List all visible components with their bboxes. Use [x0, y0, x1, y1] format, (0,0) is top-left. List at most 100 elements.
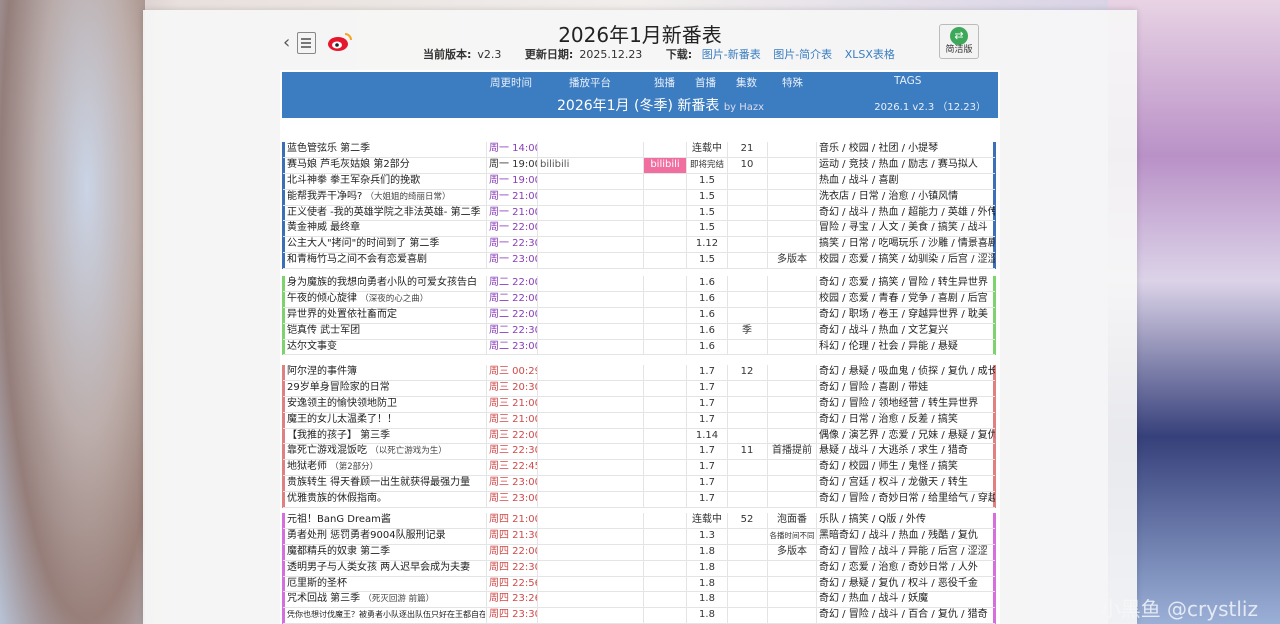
anime-title[interactable]: 蓝色管弦乐 第二季 [287, 142, 485, 157]
premiere-date: 1.8 [686, 576, 728, 592]
tags: 奇幻 / 宫廷 / 权斗 / 龙傲天 / 转生 [819, 477, 968, 489]
table-row[interactable]: 优雅贵族的休假指南。 周三 23:00 1.7 奇幻 / 冒险 / 奇妙日常 / 给里… [283, 492, 995, 509]
anime-title[interactable]: 地狱老师 （第2部分） [287, 460, 485, 475]
anime-title[interactable]: 优雅贵族的休假指南。 [287, 492, 485, 507]
table-row[interactable]: 靠死亡游戏混饭吃 （以死亡游戏为生） 周三 22:30 1.7 11 首播提前 悬疑 / … [283, 444, 995, 461]
premiere-date: 1.7 [686, 476, 728, 492]
table-row[interactable]: 魔王的女儿太温柔了！！ 周三 21:00 1.7 奇幻 / 日常 / 治愈 / 反差 … [283, 412, 995, 429]
platform [537, 592, 592, 608]
anime-title-note: （第2部分） [330, 462, 379, 473]
anime-title[interactable]: 咒术回战 第三季 （死灭回游 前篇） [287, 592, 485, 607]
calendar-icon[interactable] [297, 32, 316, 54]
exclusive-platform [643, 339, 686, 355]
anime-title[interactable]: 正义使者 -我的英雄学院之非法英雄- 第二季 [287, 206, 485, 221]
back-arrow-icon[interactable]: ‹ [283, 32, 290, 53]
table-row[interactable]: 达尔文事变 周二 23:00 1.6 科幻 / 伦理 / 社会 / 异能 / 悬疑 [283, 339, 995, 356]
episode-count [727, 528, 768, 544]
download-link-xlsx[interactable]: XLSX表格 [845, 48, 895, 61]
table-row[interactable]: 黄金神威 最终章 周一 22:00 1.5 冒险 / 寻宝 / 人文 / 美食 / 搞… [283, 221, 995, 238]
anime-title[interactable]: 魔王的女儿太温柔了！！ [287, 413, 485, 428]
table-row[interactable]: 赛马娘 芦毛灰姑娘 第2部分 周一 19:00 bilibili bilibili 即将… [283, 157, 995, 174]
weibo-icon[interactable] [327, 32, 353, 52]
anime-title-note: （深夜的心之曲） [360, 293, 429, 304]
anime-title[interactable]: 赛马娘 芦毛灰姑娘 第2部分 [287, 158, 485, 173]
anime-title[interactable]: 安逸领主的愉快领地防卫 [287, 397, 485, 412]
anime-title[interactable]: 异世界的处置依社畜而定 [287, 308, 485, 323]
air-time: 周一 21:00 [486, 189, 538, 205]
table-row[interactable]: 能帮我弄干净吗? （大姐姐的绮丽日常） 周一 21:00 1.5 洗衣店 / 日常 /… [283, 189, 995, 206]
premiere-date: 1.5 [686, 205, 728, 221]
anime-title[interactable]: 魔都精兵的奴隶 第二季 [287, 545, 485, 560]
anime-title[interactable]: 厄里斯的圣杯 [287, 577, 485, 592]
table-row[interactable]: 正义使者 -我的英雄学院之非法英雄- 第二季 周一 21:00 1.5 奇幻 / 战斗… [283, 205, 995, 222]
header-premiere: 首播 [695, 77, 716, 89]
table-row[interactable]: 身为魔族的我想向勇者小队的可爱女孩告白 周二 22:00 1.6 奇幻 / 恋爱 / … [283, 276, 995, 292]
platform [537, 444, 592, 460]
anime-title-text: 蓝色管弦乐 第二季 [287, 143, 371, 154]
table-row[interactable]: 元祖！BanG Dream酱 周四 21:00 连载中 52 泡面番 乐队 / 搞笑 / … [283, 513, 995, 529]
exclusive-platform [643, 253, 686, 269]
anime-title[interactable]: 能帮我弄干净吗? （大姐姐的绮丽日常） [287, 190, 485, 205]
air-time: 周一 22:30 [486, 237, 538, 253]
anime-title[interactable]: 达尔文事变 [287, 340, 485, 355]
download-link-intro-table[interactable]: 图片-简介表 [773, 48, 832, 61]
table-row[interactable]: 阿尔涅的事件簿 周三 00:29 1.7 12 奇幻 / 悬疑 / 吸血鬼 / 侦探 /… [283, 365, 995, 381]
episode-count [727, 291, 768, 307]
premiere-date: 即将完结 [686, 157, 728, 173]
platform [537, 380, 592, 396]
anime-title[interactable]: 29岁单身冒险家的日常 [287, 381, 485, 396]
table-row[interactable]: 贵族转生 得天眷顾一出生就获得最强力量 周三 23:00 1.7 奇幻 / 宫廷 / … [283, 476, 995, 493]
table-row[interactable]: 透明男子与人类女孩 两人迟早会成为夫妻 周四 22:30 1.8 奇幻 / 恋爱 / … [283, 560, 995, 577]
tags: 运动 / 竞技 / 热血 / 励志 / 赛马拟人 [819, 158, 978, 170]
table-row[interactable]: 和青梅竹马之间不会有恋爱喜剧 周一 23:00 1.5 多版本 校园 / 恋爱 / 搞笑… [283, 253, 995, 270]
table-row[interactable]: 地狱老师 （第2部分） 周三 22:45 1.7 奇幻 / 校园 / 师生 / 鬼怪 … [283, 460, 995, 477]
anime-title-text: 魔王的女儿太温柔了！！ [287, 413, 397, 425]
anime-title[interactable]: 【我推的孩子】 第三季 [287, 429, 485, 444]
episode-count [727, 592, 768, 608]
anime-title-text: 异世界的处置依社畜而定 [287, 308, 397, 320]
episode-count [727, 560, 768, 576]
anime-title[interactable]: 靠死亡游戏混饭吃 （以死亡游戏为生） [287, 444, 485, 459]
table-version: 2026.1 v2.3 （12.23） [874, 102, 986, 113]
anime-title[interactable]: 铠真传 武士军团 [287, 324, 485, 339]
table-row[interactable]: 魔都精兵的奴隶 第二季 周四 22:00 1.8 多版本 奇幻 / 冒险 / 战斗 / … [283, 544, 995, 561]
table-row[interactable]: 勇者处刑 惩罚勇者9004队服刑记录 周四 21:30 1.3 各播时间不同 黑暗奇幻 … [283, 528, 995, 545]
premiere-date: 1.5 [686, 173, 728, 189]
anime-title-text: 黄金神威 最终章 [287, 222, 361, 234]
anime-title[interactable]: 阿尔涅的事件簿 [287, 365, 485, 380]
download-link-new-table[interactable]: 图片-新番表 [702, 48, 761, 61]
episode-count [727, 205, 768, 221]
table-row[interactable]: 公主大人"拷问"的时间到了 第二季 周一 22:30 1.12 搞笑 / 日常 / 吃… [283, 237, 995, 254]
anime-title[interactable]: 和青梅竹马之间不会有恋爱喜剧 [287, 253, 485, 268]
anime-title[interactable]: 北斗神拳 拳王军杂兵们的挽歌 [287, 174, 485, 189]
anime-title[interactable]: 勇者处刑 惩罚勇者9004队服刑记录 [287, 529, 485, 544]
table-row[interactable]: 安逸领主的愉快领地防卫 周三 21:00 1.7 奇幻 / 冒险 / 领地经营 / 转… [283, 396, 995, 413]
table-row[interactable]: 【我推的孩子】 第三季 周三 22:00 1.14 偶像 / 演艺界 / 恋爱 / 兄… [283, 428, 995, 445]
anime-title-text: 阿尔涅的事件簿 [287, 366, 357, 377]
anime-title-text: 北斗神拳 拳王军杂兵们的挽歌 [287, 174, 421, 186]
table-row[interactable]: 咒术回战 第三季 （死灭回游 前篇） 周四 23:26 1.8 奇幻 / 热血 / 战… [283, 592, 995, 609]
anime-title-text: 地狱老师 [287, 461, 327, 473]
exclusive-platform [643, 276, 686, 291]
air-time: 周四 21:00 [486, 513, 538, 528]
table-row[interactable]: 凭你也想讨伐魔王？被勇者小队逐出队伍只好在王都自在过活 周四 23:30 1.8 奇幻… [283, 608, 995, 624]
episode-count [727, 396, 768, 412]
anime-title[interactable]: 身为魔族的我想向勇者小队的可爱女孩告白 [287, 276, 485, 291]
tags: 奇幻 / 冒险 / 奇妙日常 / 给里给气 / 穿越 [819, 493, 995, 505]
anime-title[interactable]: 透明男子与人类女孩 两人迟早会成为夫妻 [287, 561, 485, 576]
anime-title[interactable]: 公主大人"拷问"的时间到了 第二季 [287, 237, 485, 252]
table-row[interactable]: 厄里斯的圣杯 周四 22:56 1.8 奇幻 / 悬疑 / 复仇 / 权斗 / 恶役千… [283, 576, 995, 593]
table-row[interactable]: 异世界的处置依社畜而定 周二 22:00 1.6 奇幻 / 职场 / 卷王 / 穿越异… [283, 307, 995, 324]
anime-title[interactable]: 黄金神威 最终章 [287, 221, 485, 236]
table-row[interactable]: 铠真传 武士军团 周二 22:30 1.6 季 奇幻 / 战斗 / 热血 / 文艺复兴 [283, 323, 995, 340]
anime-title[interactable]: 元祖！BanG Dream酱 [287, 513, 485, 528]
anime-group: 阿尔涅的事件簿 周三 00:29 1.7 12 奇幻 / 悬疑 / 吸血鬼 / 侦探 /… [282, 365, 996, 509]
anime-title[interactable]: 贵族转生 得天眷顾一出生就获得最强力量 [287, 476, 485, 491]
table-row[interactable]: 29岁单身冒险家的日常 周三 20:30 1.7 奇幻 / 冒险 / 喜剧 / 带娃 [283, 380, 995, 397]
table-row[interactable]: 蓝色管弦乐 第二季 周一 14:00 连载中 21 音乐 / 校园 / 社团 / 小提琴 [283, 142, 995, 158]
anime-title[interactable]: 凭你也想讨伐魔王？被勇者小队逐出队伍只好在王都自在过活 [287, 608, 485, 623]
simple-version-button[interactable]: ⇄ 简洁版 [939, 24, 979, 59]
table-row[interactable]: 北斗神拳 拳王军杂兵们的挽歌 周一 19:00 1.5 热血 / 战斗 / 喜剧 [283, 173, 995, 190]
anime-title[interactable]: 午夜的倾心旋律 （深夜的心之曲） [287, 292, 485, 307]
table-row[interactable]: 午夜的倾心旋律 （深夜的心之曲） 周二 22:00 1.6 校园 / 恋爱 / 青春 … [283, 291, 995, 308]
